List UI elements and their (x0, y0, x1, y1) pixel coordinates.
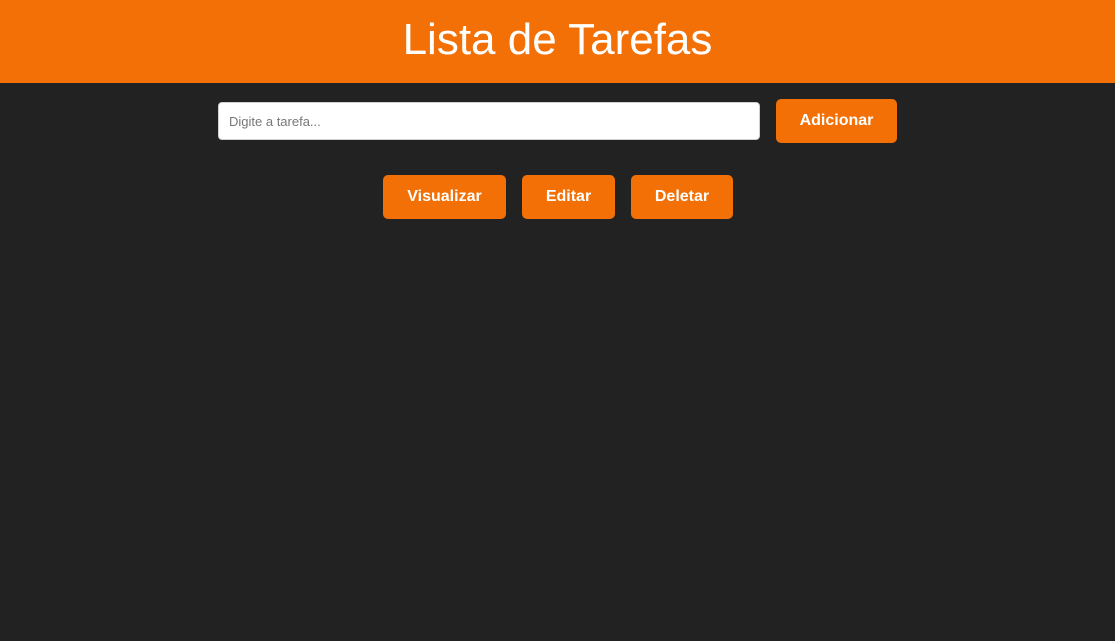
delete-button[interactable]: Deletar (631, 175, 733, 219)
task-form: Adicionar (0, 99, 1115, 143)
view-button[interactable]: Visualizar (383, 175, 506, 219)
task-input[interactable] (218, 102, 760, 140)
task-actions: Visualizar Editar Deletar (0, 175, 1115, 219)
edit-button[interactable]: Editar (522, 175, 615, 219)
page-title: Lista de Tarefas (402, 14, 713, 64)
add-task-button[interactable]: Adicionar (776, 99, 897, 143)
app-header: Lista de Tarefas (0, 0, 1115, 83)
